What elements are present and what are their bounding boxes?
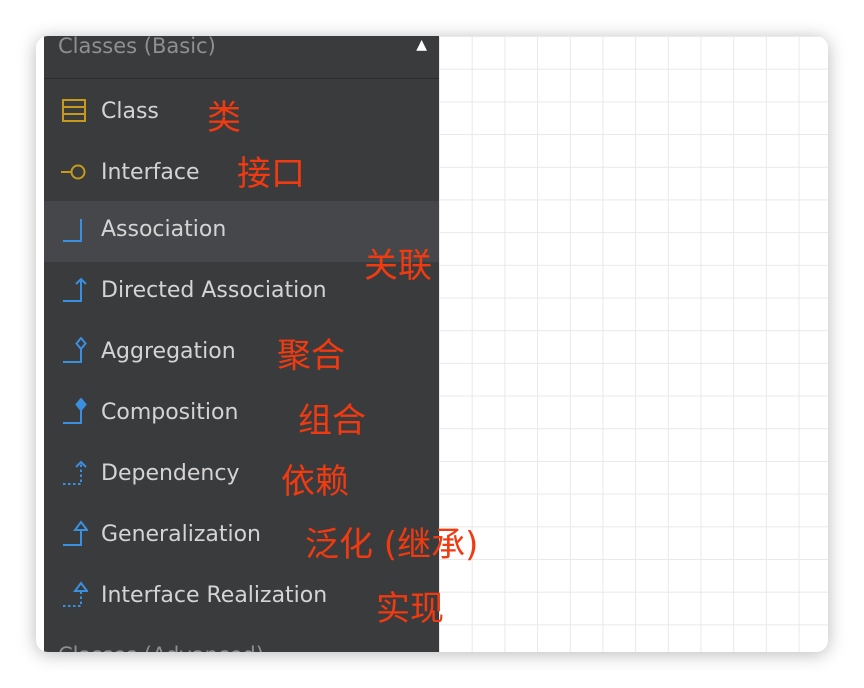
palette-item-label: Class	[101, 99, 159, 124]
aggregation-icon	[63, 337, 87, 363]
dependency-icon	[63, 460, 87, 485]
composition-icon	[63, 398, 87, 424]
annotation-realization: 实现	[376, 589, 444, 629]
palette-item-aggregation[interactable]: Aggregation	[44, 323, 439, 384]
annotation-dependency: 依赖	[281, 462, 349, 502]
annotation-association: 关联	[364, 246, 432, 286]
palette-item-label: Association	[101, 217, 227, 242]
annotation-class: 类	[207, 98, 241, 138]
directed-association-icon	[63, 277, 87, 302]
annotation-generalization: 泛化 (继承)	[305, 525, 479, 565]
palette-item-dependency[interactable]: Dependency	[44, 445, 439, 506]
section-header-classes-basic[interactable]: Classes (Basic) ▲	[44, 36, 439, 79]
interface-realization-icon	[63, 581, 88, 607]
section-title: Classes (Basic)	[58, 36, 216, 58]
palette-item-label: Dependency	[101, 461, 240, 486]
class-icon	[62, 99, 86, 122]
annotation-composition: 组合	[298, 401, 366, 441]
palette-item-label: Interface	[101, 160, 200, 185]
palette-item-composition[interactable]: Composition	[44, 384, 439, 445]
palette-item-label: Aggregation	[101, 339, 236, 364]
annotation-interface: 接口	[237, 154, 305, 194]
annotation-aggregation: 聚合	[277, 336, 345, 376]
collapse-arrow-icon[interactable]: ▲	[416, 37, 427, 53]
section-title-classes-advanced[interactable]: Classes (Advanced)	[58, 643, 264, 652]
palette-item-label: Generalization	[101, 522, 261, 547]
interface-icon	[61, 164, 86, 180]
diagram-canvas[interactable]	[439, 36, 828, 652]
palette-item-label: Interface Realization	[101, 583, 328, 608]
generalization-icon	[63, 520, 88, 546]
palette-item-label: Composition	[101, 400, 239, 425]
app-window: Classes (Basic) ▲ Class Interface Associ…	[36, 36, 828, 652]
palette-item-class[interactable]: Class	[44, 83, 439, 144]
palette-item-label: Directed Association	[101, 278, 327, 303]
association-icon	[63, 219, 82, 242]
